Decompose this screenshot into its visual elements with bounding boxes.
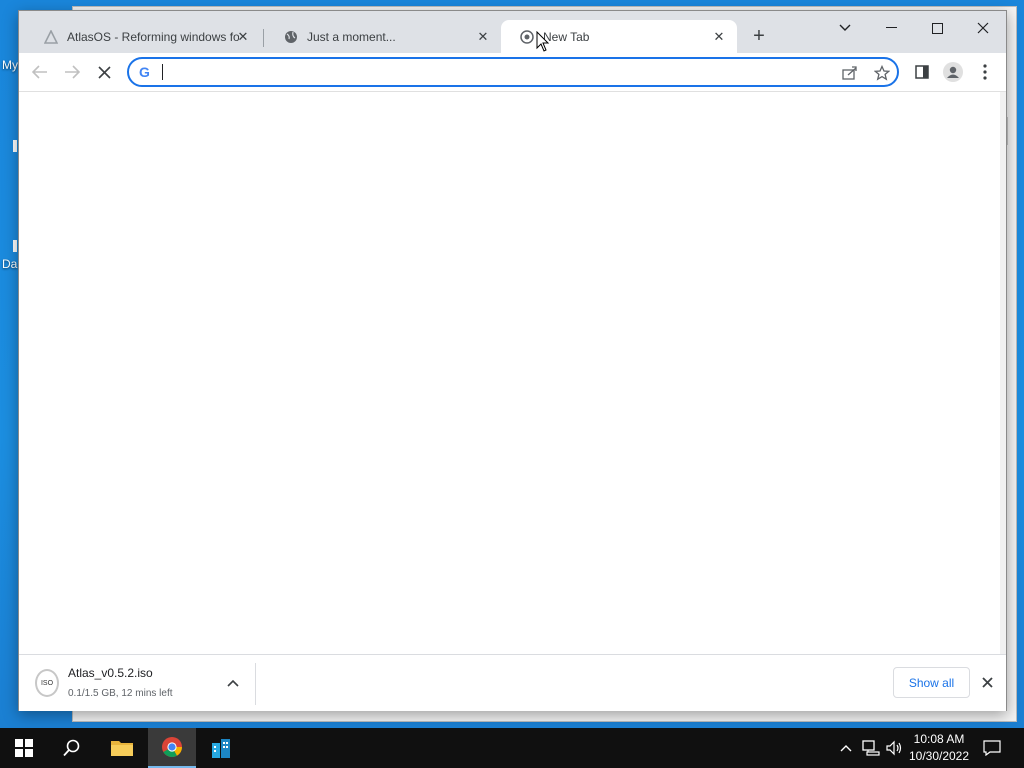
new-tab-button[interactable]: +	[747, 25, 771, 49]
tab-just-a-moment[interactable]: Just a moment... ✕	[265, 20, 501, 53]
maximize-icon	[931, 22, 943, 34]
taskbar-clock[interactable]: 10:08 AM 10/30/2022	[905, 731, 973, 765]
forward-arrow-icon	[65, 65, 80, 79]
network-icon	[862, 740, 880, 756]
profile-button[interactable]	[941, 62, 965, 82]
clock-time: 10:08 AM	[913, 732, 965, 746]
download-separator	[255, 663, 256, 705]
mouse-cursor-icon	[536, 31, 550, 52]
app-builder-button[interactable]	[197, 728, 245, 768]
stop-x-icon	[97, 65, 111, 79]
page-content[interactable]	[19, 92, 1006, 654]
taskbar: 10:08 AM 10/30/2022	[0, 728, 1024, 768]
text-caret	[162, 64, 163, 80]
windows-logo-icon	[15, 739, 33, 757]
close-window-button[interactable]	[960, 15, 1006, 41]
toolbar: G	[19, 53, 1006, 91]
globe-icon	[283, 29, 299, 45]
more-vertical-icon	[983, 64, 987, 80]
close-tab-icon[interactable]: ✕	[235, 29, 251, 45]
back-arrow-icon	[32, 65, 47, 79]
profile-avatar-icon	[943, 62, 963, 82]
close-icon	[977, 22, 989, 34]
minimize-icon	[885, 27, 897, 28]
tab-title: New Tab	[543, 29, 590, 44]
volume-icon	[886, 740, 902, 756]
desktop-icon-label[interactable]: Da	[2, 257, 17, 271]
close-download-shelf-button[interactable]	[979, 674, 995, 690]
address-input[interactable]	[167, 62, 807, 82]
chrome-icon	[519, 29, 535, 45]
iso-file-icon-text: ISO	[40, 679, 54, 687]
chevron-up-icon	[227, 679, 239, 687]
chrome-logo-icon	[162, 737, 182, 757]
download-filename: Atlas_v0.5.2.iso	[68, 666, 153, 680]
chevron-down-icon	[839, 24, 851, 31]
bookmark-star-icon[interactable]	[873, 64, 891, 82]
forward-button[interactable]	[60, 62, 84, 82]
chrome-taskbar-button[interactable]	[148, 728, 196, 768]
page-scrollbar[interactable]	[1000, 92, 1006, 654]
download-shelf: ISO Atlas_v0.5.2.iso 0.1/1.5 GB, 12 mins…	[19, 654, 1006, 711]
tab-title: AtlasOS - Reforming windows fo	[67, 29, 239, 44]
tab-separator	[263, 29, 264, 47]
start-button[interactable]	[0, 728, 48, 768]
search-icon	[63, 739, 80, 757]
omnibox[interactable]: G	[127, 57, 899, 87]
chevron-up-icon	[840, 745, 852, 752]
menu-button[interactable]	[973, 62, 997, 82]
atlas-logo-icon	[43, 29, 59, 45]
side-panel-icon	[915, 65, 929, 79]
show-hidden-icons-button[interactable]	[836, 728, 856, 768]
minimize-button[interactable]	[868, 15, 914, 41]
tab-atlasos[interactable]: AtlasOS - Reforming windows fo ✕	[25, 20, 261, 53]
side-panel-button[interactable]	[910, 62, 934, 82]
maximize-button[interactable]	[914, 15, 960, 41]
action-center-button[interactable]	[980, 728, 1004, 768]
chrome-window: AtlasOS - Reforming windows fo ✕ Just a …	[18, 10, 1007, 711]
show-all-button[interactable]: Show all	[893, 667, 970, 698]
close-tab-icon[interactable]: ✕	[475, 29, 491, 45]
clock-date: 10/30/2022	[908, 749, 970, 763]
tab-title: Just a moment...	[307, 29, 396, 44]
notification-icon	[983, 740, 1001, 756]
desktop-icon-fragment[interactable]	[13, 240, 17, 252]
download-status: 0.1/1.5 GB, 12 mins left	[68, 688, 173, 699]
search-button[interactable]	[48, 728, 96, 768]
desktop-icon-fragment[interactable]	[13, 140, 17, 152]
close-tab-icon[interactable]: ✕	[711, 29, 727, 45]
download-options-button[interactable]	[225, 675, 241, 691]
volume-button[interactable]	[884, 728, 906, 768]
back-button[interactable]	[28, 62, 52, 82]
tab-strip: AtlasOS - Reforming windows fo ✕ Just a …	[19, 11, 1006, 53]
tab-search-button[interactable]	[822, 15, 868, 41]
google-g-icon: G	[139, 64, 150, 80]
close-icon	[981, 676, 993, 688]
iso-file-icon: ISO	[35, 669, 59, 697]
stop-loading-button[interactable]	[92, 62, 116, 82]
desktop-icon-label[interactable]: My	[2, 58, 18, 72]
network-button[interactable]	[860, 728, 882, 768]
folder-icon	[111, 741, 133, 756]
buildings-icon	[212, 739, 230, 758]
share-icon[interactable]	[841, 64, 859, 82]
download-item[interactable]: ISO Atlas_v0.5.2.iso 0.1/1.5 GB, 12 mins…	[33, 663, 255, 705]
file-explorer-button[interactable]	[98, 728, 146, 768]
